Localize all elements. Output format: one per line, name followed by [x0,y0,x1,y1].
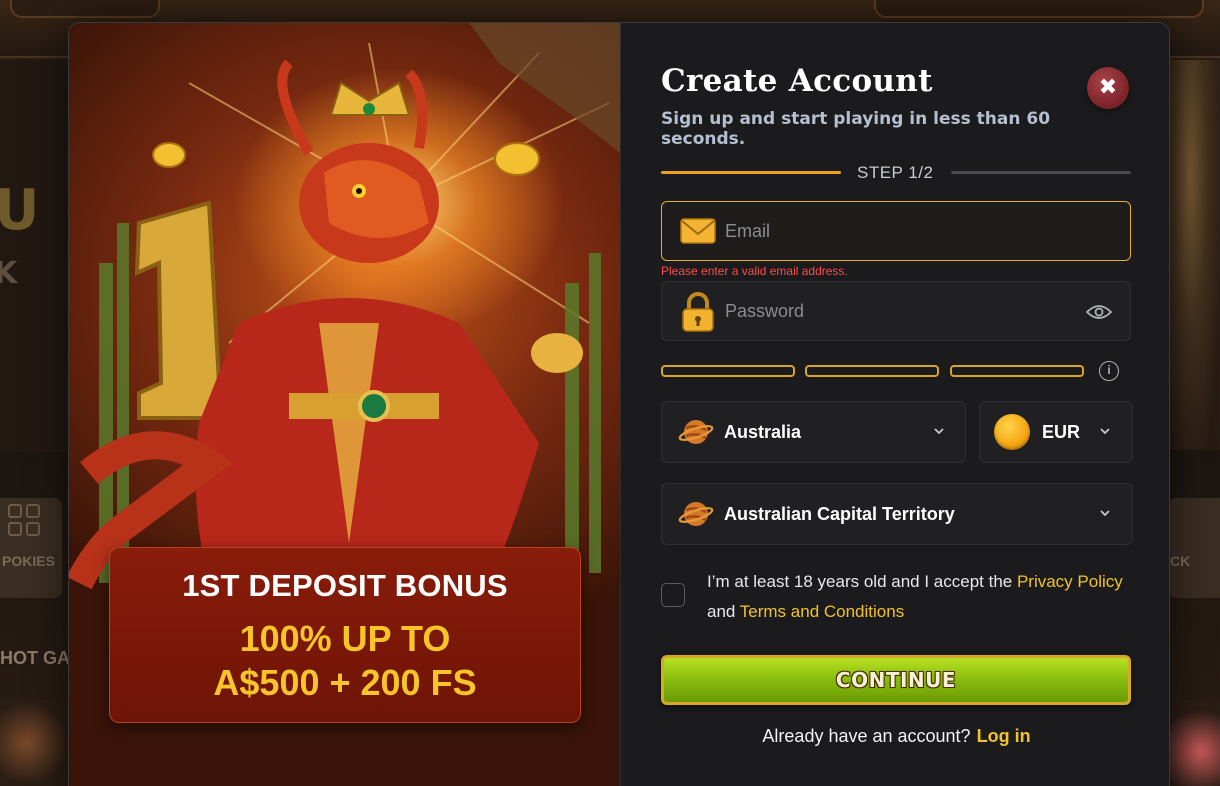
background-header-pill [874,0,1204,18]
background-left-banner: U K [0,60,68,452]
terms-prefix: I’m at least 18 years old and I accept t… [707,572,1017,591]
background-section-title: HOT GA [0,648,70,668]
signup-modal: 1ST DEPOSIT BONUS 100% UP TO A$500 + 200… [68,22,1170,786]
email-error-message: Please enter a valid email address. [661,264,848,278]
chevron-down-icon [1100,510,1110,517]
bonus-title: 1ST DEPOSIT BONUS [182,568,508,603]
region-select[interactable]: Australian Capital Territory [661,483,1133,545]
login-prompt: Already have an account? Log in [621,726,1169,747]
promo-panel: 1ST DEPOSIT BONUS 100% UP TO A$500 + 200… [69,23,620,786]
signup-form-panel: Create Account Sign up and start playing… [620,23,1169,786]
region-value: Australian Capital Territory [724,504,955,524]
password-strength-segment [950,365,1084,377]
email-field[interactable]: Email [661,201,1131,261]
planet-icon [678,502,714,526]
form-title: Create Account [661,63,933,99]
background-category-right [1168,498,1220,598]
chevron-down-icon [1100,428,1110,435]
continue-button[interactable]: CONTINUE [661,655,1131,705]
close-icon: ✖ [1098,75,1118,100]
grid-icon [8,504,42,538]
background-game-thumb [0,700,68,786]
password-strength-segment [805,365,939,377]
background-category-label: POKIES [2,553,55,569]
background-category-label: CK [1170,553,1191,569]
terms-and-conditions-link[interactable]: Terms and Conditions [740,602,904,621]
bonus-amount-line1: 100% UP TO [239,618,451,659]
privacy-policy-link[interactable]: Privacy Policy [1017,572,1123,591]
step-progress-inactive [951,171,1131,174]
coin-icon [994,414,1030,450]
background-game-thumb [1170,700,1220,786]
terms-and: and [707,602,740,621]
password-strength-segment [661,365,795,377]
currency-select[interactable]: EUR [979,401,1133,463]
step-indicator: STEP 1/2 [857,163,934,182]
background-header-pill [10,0,160,18]
currency-value: EUR [1042,422,1081,442]
step-progress-active [661,171,841,174]
background-banner-letter: K [0,256,18,291]
envelope-icon [680,218,716,244]
login-link[interactable]: Log in [977,726,1031,746]
bonus-amount-line2: A$500 + 200 FS [213,662,477,703]
background-banner-letter: U [0,178,40,243]
close-button[interactable]: ✖ [1087,67,1129,109]
background-category-pokies [0,498,62,598]
country-select[interactable]: Australia [661,401,966,463]
age-terms-checkbox[interactable] [661,583,685,607]
bonus-offer-card: 1ST DEPOSIT BONUS 100% UP TO A$500 + 200… [109,547,581,723]
country-value: Australia [724,422,802,442]
login-prompt-text: Already have an account? [762,726,971,746]
chevron-down-icon [934,428,944,435]
password-placeholder: Password [725,301,805,321]
password-field[interactable]: Password [661,281,1131,341]
planet-icon [678,420,714,444]
email-placeholder: Email [725,221,771,241]
eye-icon[interactable] [1086,302,1112,322]
form-subtitle: Sign up and start playing in less than 6… [661,109,1051,149]
background-right-banner [1170,60,1220,450]
lock-icon [682,292,714,332]
info-icon[interactable]: i [1099,361,1119,381]
terms-text: I’m at least 18 years old and I accept t… [707,567,1127,627]
